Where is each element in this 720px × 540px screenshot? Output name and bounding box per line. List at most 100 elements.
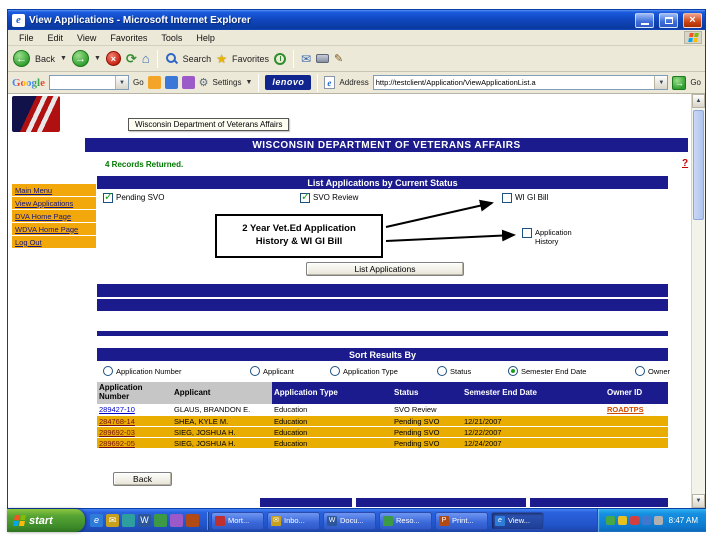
minimize-button[interactable] xyxy=(635,12,654,28)
checkbox-application-history[interactable] xyxy=(522,228,532,238)
checkbox-label: Application History xyxy=(535,228,572,246)
edit-icon[interactable]: ✎ xyxy=(334,52,343,65)
tray-icon[interactable] xyxy=(629,516,639,525)
checkbox-pending-svo[interactable] xyxy=(103,191,113,204)
google-plugin-icon[interactable] xyxy=(147,76,161,89)
sidebar-item-main-menu[interactable]: Main Menu xyxy=(12,184,96,196)
taskbar-button-mort[interactable]: Mort... xyxy=(211,511,264,530)
radio-owner[interactable] xyxy=(635,366,645,376)
column-header-status[interactable]: Status xyxy=(392,382,462,404)
address-dropdown-icon[interactable]: ▼ xyxy=(654,76,668,89)
menu-tools[interactable]: Tools xyxy=(154,30,189,45)
tray-icon[interactable] xyxy=(641,516,651,525)
sidebar-item-wdva-home-page[interactable]: WDVA Home Page xyxy=(12,223,96,235)
scrollbar-thumb[interactable] xyxy=(693,110,704,220)
menu-help[interactable]: Help xyxy=(189,30,222,45)
application-number-link[interactable]: 289692-03 xyxy=(99,428,135,437)
google-search-input[interactable] xyxy=(50,76,115,89)
back-label[interactable]: Back xyxy=(35,54,55,64)
application-number-link[interactable]: 289427-10 xyxy=(99,405,135,414)
quicklaunch-app-icon[interactable] xyxy=(186,514,199,527)
checkbox-svo-review[interactable] xyxy=(300,191,310,204)
tray-icon[interactable] xyxy=(605,516,615,525)
sidebar-item-dva-home-page[interactable]: DVA Home Page xyxy=(12,210,96,222)
search-icon[interactable] xyxy=(165,52,178,65)
search-label[interactable]: Search xyxy=(183,54,212,64)
close-button[interactable]: × xyxy=(683,12,702,28)
google-plugin-icon[interactable] xyxy=(181,76,195,89)
maximize-button[interactable] xyxy=(659,12,678,28)
address-box[interactable]: ▼ xyxy=(372,75,669,90)
favorites-label[interactable]: Favorites xyxy=(232,54,269,64)
radio-semester-end-date[interactable] xyxy=(508,366,518,376)
forward-dropdown-icon[interactable]: ▼ xyxy=(94,55,101,62)
application-number-link[interactable]: 289692-05 xyxy=(99,439,135,448)
favorites-icon[interactable]: ★ xyxy=(216,52,227,66)
refresh-icon[interactable]: ⟳ xyxy=(126,51,137,67)
page-banner: WISCONSIN DEPARTMENT OF VETERANS AFFAIRS xyxy=(85,138,688,152)
taskbar-button-view[interactable]: e View... xyxy=(491,511,544,530)
print-icon[interactable] xyxy=(316,54,330,63)
radio-status[interactable] xyxy=(437,366,447,376)
vertical-scrollbar[interactable]: ▲ ▼ xyxy=(691,94,705,508)
radio-application-number[interactable] xyxy=(103,366,113,376)
home-icon[interactable]: ⌂ xyxy=(142,51,150,66)
sort-option: Status xyxy=(437,365,471,377)
checkbox-wi-gi-bill[interactable] xyxy=(502,193,512,203)
quick-launch: e ✉ W xyxy=(90,514,199,527)
settings-label[interactable]: Settings xyxy=(213,78,242,87)
menu-file[interactable]: File xyxy=(12,30,41,45)
start-button[interactable]: start xyxy=(7,509,85,532)
tray-icon[interactable] xyxy=(617,516,627,525)
chevron-down-icon[interactable]: ▼ xyxy=(115,76,128,89)
quicklaunch-desktop-icon[interactable] xyxy=(122,514,135,527)
radio-applicant[interactable] xyxy=(250,366,260,376)
quicklaunch-app-icon[interactable] xyxy=(170,514,183,527)
taskbar-button-document[interactable]: W Docu... xyxy=(323,511,376,530)
settings-dropdown-icon[interactable]: ▼ xyxy=(245,79,252,86)
google-plugin-icon[interactable] xyxy=(164,76,178,89)
taskbar-button-resources[interactable]: Reso... xyxy=(379,511,432,530)
history-icon[interactable] xyxy=(273,52,286,65)
go-arrow-icon[interactable]: → xyxy=(672,75,687,90)
back-icon[interactable]: ← xyxy=(13,50,30,67)
tray-icon[interactable] xyxy=(653,516,663,525)
column-header-semester-end-date[interactable]: Semester End Date xyxy=(462,382,605,404)
column-header-applicant[interactable]: Applicant xyxy=(172,382,272,404)
owner-id-link[interactable]: ROADTPS xyxy=(607,405,644,414)
taskbar-button-inbox[interactable]: ✉ Inbo... xyxy=(267,511,320,530)
radio-application-type[interactable] xyxy=(330,366,340,376)
help-icon[interactable]: ? xyxy=(682,158,688,169)
address-input[interactable] xyxy=(373,76,655,89)
google-go-button[interactable]: Go xyxy=(133,78,144,87)
forward-icon[interactable]: → xyxy=(71,50,89,67)
back-button[interactable]: Back xyxy=(113,472,172,486)
quicklaunch-ie-icon[interactable]: e xyxy=(90,514,103,527)
menu-edit[interactable]: Edit xyxy=(41,30,71,45)
scroll-down-icon[interactable]: ▼ xyxy=(692,494,705,508)
quicklaunch-mail-icon[interactable]: ✉ xyxy=(106,514,119,527)
list-applications-button[interactable]: List Applications xyxy=(306,262,464,276)
menu-view[interactable]: View xyxy=(70,30,103,45)
stop-icon[interactable]: × xyxy=(105,51,121,66)
sidebar-item-log-out[interactable]: Log Out xyxy=(12,236,96,248)
mail-icon[interactable]: ✉ xyxy=(301,52,311,66)
google-search-box[interactable]: ▼ xyxy=(49,75,129,90)
taskbar-button-label: Print... xyxy=(452,516,474,525)
settings-gear-icon[interactable]: ⚙ xyxy=(199,76,209,89)
column-header-owner-id[interactable]: Owner ID xyxy=(605,382,668,404)
application-number-link[interactable]: 284768-14 xyxy=(99,417,135,426)
quicklaunch-word-icon[interactable]: W xyxy=(138,514,151,527)
taskbar-button-print[interactable]: P Print... xyxy=(435,511,488,530)
radio-label: Applicant xyxy=(263,366,294,376)
column-header-application-number[interactable]: Application Number xyxy=(97,382,172,404)
quicklaunch-app-icon[interactable] xyxy=(154,514,167,527)
scroll-up-icon[interactable]: ▲ xyxy=(692,94,705,108)
go-label[interactable]: Go xyxy=(690,78,701,87)
back-dropdown-icon[interactable]: ▼ xyxy=(60,55,67,62)
menu-favorites[interactable]: Favorites xyxy=(103,30,154,45)
taskbar-button-icon xyxy=(215,515,225,526)
clock: 8:47 AM xyxy=(668,516,698,525)
sidebar-item-view-applications[interactable]: View Applications xyxy=(12,197,96,209)
column-header-application-type[interactable]: Application Type xyxy=(272,382,392,404)
